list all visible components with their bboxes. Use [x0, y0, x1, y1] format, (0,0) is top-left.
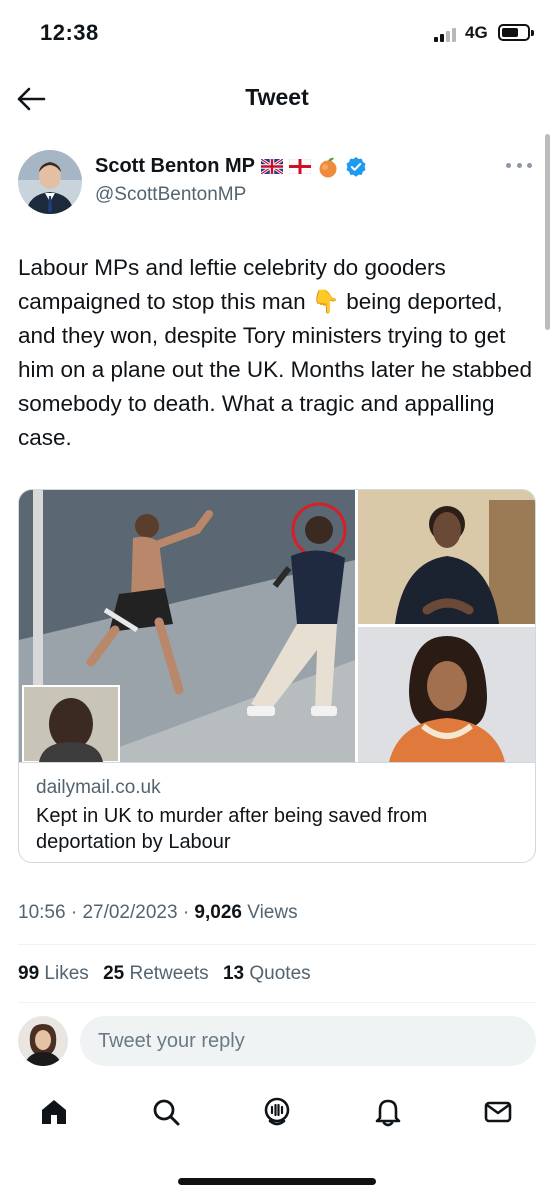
likes-label: Likes [44, 963, 89, 984]
tweet-text: Labour MPs and leftie celebrity do goode… [18, 251, 538, 455]
header: Tweet [0, 66, 554, 130]
england-flag-icon [289, 159, 311, 174]
tweet-time: 10:56 [18, 902, 66, 923]
author-name-row: Scott Benton MP [95, 155, 367, 178]
signal-strength-icon [434, 26, 460, 42]
reply-input[interactable] [80, 1016, 536, 1066]
status-bar: 12:38 4G [0, 0, 554, 66]
page-title: Tweet [245, 84, 309, 110]
likes-stat[interactable]: 99 Likes [18, 963, 89, 984]
home-icon [42, 1100, 66, 1124]
divider [18, 1002, 536, 1003]
card-title: Kept in UK to murder after being saved f… [36, 805, 428, 853]
card-meta: dailymail.co.uk Kept in UK to murder aft… [19, 762, 535, 862]
network-type: 4G [465, 23, 488, 42]
retweets-count: 25 [103, 963, 125, 984]
retweets-label: Retweets [129, 963, 209, 984]
author-handle[interactable]: @ScottBentonMP [95, 184, 246, 206]
messages-tab[interactable] [478, 1092, 518, 1132]
scrollbar[interactable] [545, 134, 550, 330]
user-avatar[interactable] [18, 1016, 68, 1066]
notifications-tab[interactable] [368, 1092, 408, 1132]
quotes-count: 13 [222, 963, 245, 984]
status-time: 12:38 [40, 20, 99, 45]
peach-icon [319, 157, 337, 177]
views-label: Views [247, 902, 298, 923]
tab-bar [0, 1092, 554, 1140]
messages-icon [484, 1101, 512, 1123]
timestamp-row: 10:56 · 27/02/2023 · 9,026 Views [18, 902, 298, 923]
home-tab[interactable] [34, 1092, 74, 1132]
retweets-stat[interactable]: 25 Retweets [103, 963, 209, 984]
battery-icon [498, 24, 534, 41]
home-indicator[interactable] [178, 1178, 376, 1185]
more-options-icon[interactable] [506, 158, 532, 172]
divider [18, 944, 536, 945]
search-icon [153, 1099, 180, 1126]
likes-count: 99 [18, 963, 40, 984]
card-domain: dailymail.co.uk [36, 777, 161, 798]
stats-row: 99 Likes 25 Retweets 13 Quotes [18, 963, 320, 985]
tweet-date: 27/02/2023 [82, 902, 178, 923]
pointing-down-emoji: 👇 [311, 289, 340, 314]
author-avatar[interactable] [18, 150, 82, 214]
verified-icon [346, 156, 366, 177]
notifications-icon [375, 1099, 401, 1127]
spaces-icon [264, 1097, 290, 1126]
views-count[interactable]: 9,026 [194, 902, 242, 923]
search-tab[interactable] [146, 1092, 186, 1132]
spaces-tab[interactable] [257, 1092, 297, 1132]
author-name[interactable]: Scott Benton MP [95, 155, 255, 178]
uk-flag-icon [261, 159, 283, 174]
quotes-stat[interactable]: 13 Quotes [223, 963, 311, 984]
quotes-label: Quotes [249, 963, 311, 984]
card-image [19, 490, 535, 763]
link-card[interactable]: dailymail.co.uk Kept in UK to murder aft… [18, 489, 536, 863]
